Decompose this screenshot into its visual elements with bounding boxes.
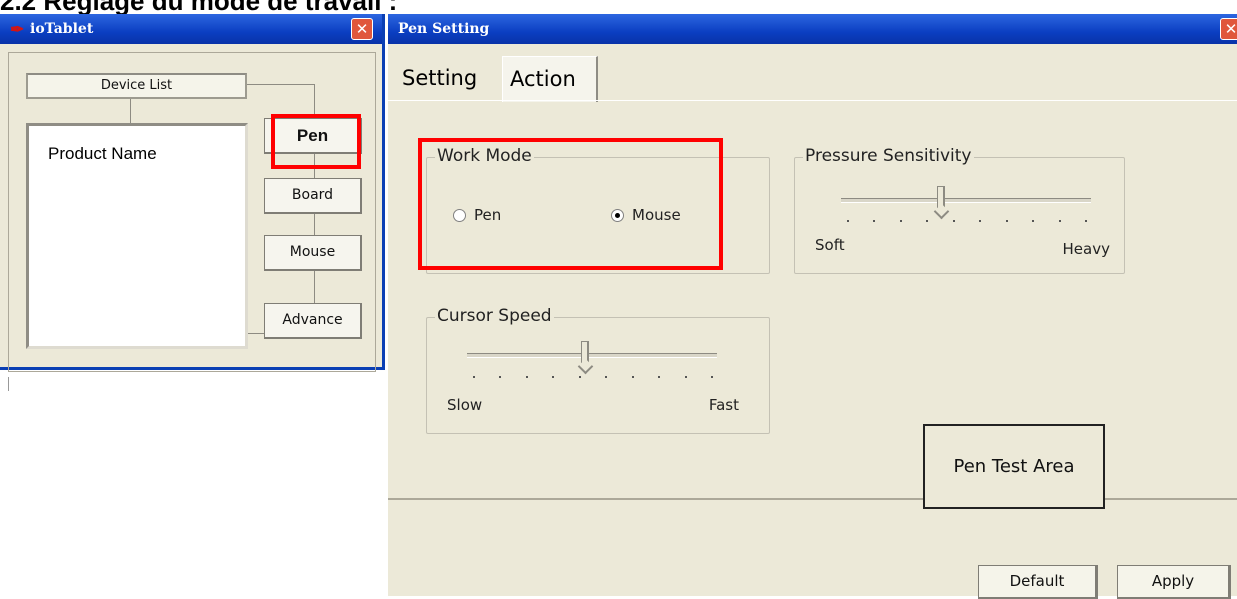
pen-test-area[interactable]: Pen Test Area <box>923 424 1105 509</box>
pen-button[interactable]: Pen <box>264 118 362 154</box>
iotablet-title: ioTablet <box>30 21 94 37</box>
cursor-max-label: Fast <box>708 396 739 414</box>
iotablet-window: ✒ ioTablet ✕ Device List Product Name Pe… <box>0 14 385 372</box>
edge-mark <box>8 377 9 391</box>
device-list-item[interactable]: Product Name <box>48 144 157 164</box>
device-panel: Device List Product Name Pen Board Mouse… <box>8 52 376 372</box>
pressure-sensitivity-title: Pressure Sensitivity <box>803 146 974 166</box>
tab-setting[interactable]: Setting <box>398 56 496 100</box>
pen-setting-titlebar[interactable]: Pen Setting ✕ <box>388 14 1237 44</box>
pen-setting-close-button[interactable]: ✕ <box>1220 18 1237 40</box>
cursor-min-label: Slow <box>447 396 483 414</box>
pressure-min-label: Soft <box>815 236 845 254</box>
connector-line <box>130 99 131 123</box>
work-mode-group: Work Mode Pen Mouse <box>426 146 770 274</box>
device-list-header: Device List <box>26 73 247 99</box>
apply-button[interactable]: Apply <box>1117 565 1231 599</box>
pressure-slider-thumb[interactable] <box>937 186 945 211</box>
pressure-slider-ticks <box>847 220 1087 222</box>
connector-line <box>247 84 314 85</box>
pressure-slider-track[interactable] <box>841 198 1091 203</box>
default-button[interactable]: Default <box>978 565 1098 599</box>
pen-setting-title: Pen Setting <box>398 21 490 37</box>
iotablet-close-button[interactable]: ✕ <box>351 18 373 40</box>
work-mode-title: Work Mode <box>435 146 534 166</box>
device-list[interactable]: Product Name <box>26 123 248 349</box>
pressure-sensitivity-group: Pressure Sensitivity Soft Heavy <box>794 146 1125 274</box>
work-mode-pen-radio[interactable]: Pen <box>453 206 501 224</box>
pen-setting-window: Pen Setting ✕ Setting Action Work Mode P… <box>388 14 1237 599</box>
mouse-button[interactable]: Mouse <box>264 235 362 271</box>
cursor-slider-ticks <box>473 376 713 378</box>
board-button[interactable]: Board <box>264 178 362 214</box>
work-mode-pen-label: Pen <box>474 206 502 224</box>
work-mode-mouse-label: Mouse <box>632 206 681 224</box>
cursor-speed-title: Cursor Speed <box>435 306 554 326</box>
pen-icon: ✒ <box>10 20 25 40</box>
radio-selected-icon <box>611 208 624 222</box>
iotablet-titlebar[interactable]: ✒ ioTablet ✕ <box>0 14 382 44</box>
tab-action[interactable]: Action <box>502 56 598 102</box>
pressure-max-label: Heavy <box>1062 240 1110 258</box>
radio-unselected-icon <box>453 208 466 222</box>
work-mode-mouse-radio[interactable]: Mouse <box>611 206 681 224</box>
cursor-speed-group: Cursor Speed Slow Fast <box>426 306 770 434</box>
cursor-slider-thumb[interactable] <box>580 341 589 366</box>
cursor-slider-track[interactable] <box>467 353 717 358</box>
action-tab-panel: Work Mode Pen Mouse Pressure Sensitivity… <box>388 100 1237 500</box>
advance-button[interactable]: Advance <box>264 303 362 339</box>
